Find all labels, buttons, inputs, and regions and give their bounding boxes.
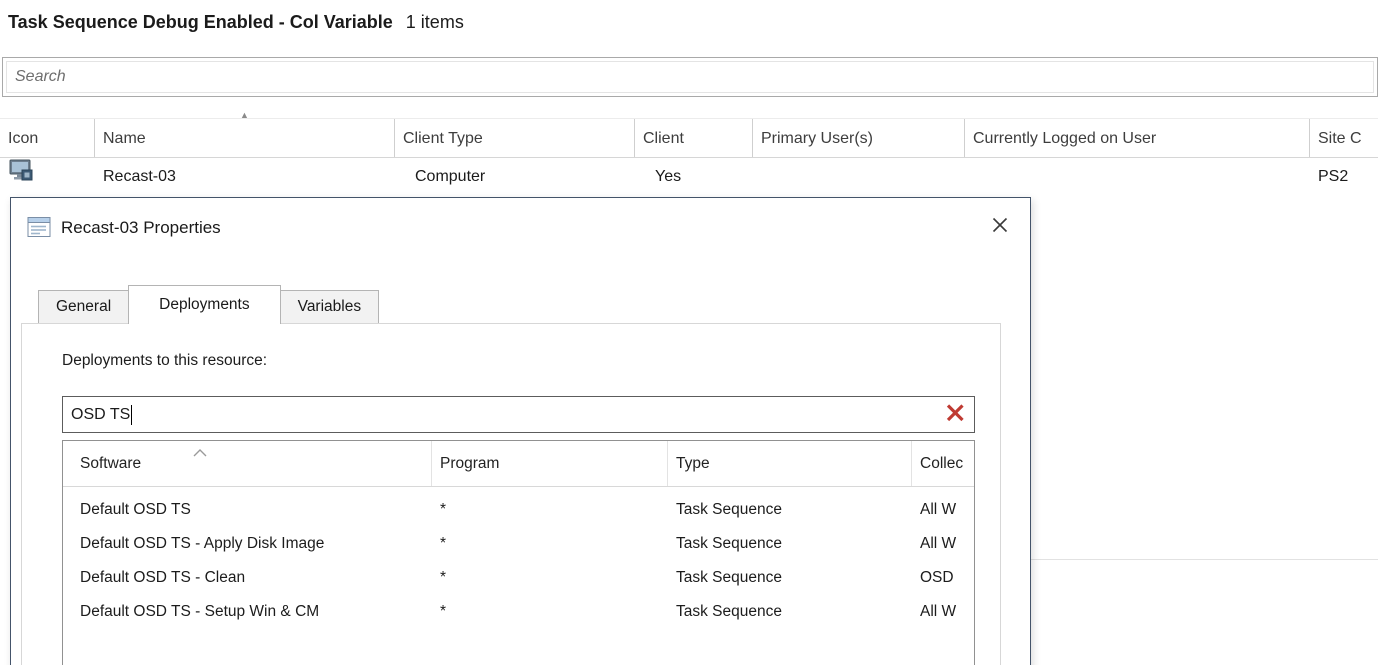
- clear-filter-button[interactable]: [944, 404, 966, 426]
- properties-icon: [27, 215, 53, 239]
- list-panel-divider: [1031, 559, 1378, 560]
- column-header-collection[interactable]: Collec: [912, 441, 974, 486]
- page-title: Task Sequence Debug Enabled - Col Variab…: [8, 12, 464, 33]
- search-box-inner: [6, 61, 1374, 93]
- deployment-filter-text: OSD TS: [71, 406, 130, 424]
- clear-filter-x-icon: [945, 402, 966, 428]
- device-site-code-cell: PS2: [1310, 158, 1378, 197]
- deployments-rows: Default OSD TS * Task Sequence All W Def…: [63, 487, 974, 629]
- search-box: [2, 57, 1378, 97]
- deployment-software-cell: Default OSD TS - Clean: [63, 561, 432, 595]
- column-header-client-label: Client: [643, 130, 684, 147]
- deployment-software-cell: Default OSD TS - Apply Disk Image: [63, 527, 432, 561]
- deployment-program-cell: *: [432, 493, 668, 527]
- text-caret: [131, 405, 132, 425]
- column-header-collection-label: Collec: [920, 455, 963, 473]
- column-header-name-label: Name: [103, 130, 146, 147]
- column-header-type[interactable]: Type: [668, 441, 912, 486]
- dialog-titlebar[interactable]: Recast-03 Properties: [11, 198, 1030, 256]
- properties-dialog: Recast-03 Properties General Deployments…: [10, 197, 1031, 665]
- column-header-icon[interactable]: Icon: [0, 119, 95, 157]
- column-header-program[interactable]: Program: [432, 441, 668, 486]
- deployment-type-cell: Task Sequence: [668, 527, 912, 561]
- deployment-collection-cell: OSD: [912, 561, 974, 595]
- dialog-title: Recast-03 Properties: [61, 218, 221, 238]
- tab-deployments-label: Deployments: [159, 296, 249, 314]
- close-button[interactable]: [982, 210, 1018, 244]
- tab-general[interactable]: General: [38, 290, 129, 323]
- sort-ascending-icon: ▲: [240, 111, 249, 120]
- column-header-logged-on-user-label: Currently Logged on User: [973, 130, 1156, 147]
- deployment-program-cell: *: [432, 561, 668, 595]
- column-header-site-code-label: Site C: [1318, 130, 1362, 147]
- deployment-collection-cell: All W: [912, 527, 974, 561]
- column-header-primary-users-label: Primary User(s): [761, 130, 873, 147]
- column-header-primary-users[interactable]: Primary User(s): [753, 119, 965, 157]
- deployment-type-cell: Task Sequence: [668, 493, 912, 527]
- deployment-type-cell: Task Sequence: [668, 595, 912, 629]
- column-header-software[interactable]: Software: [63, 441, 432, 486]
- device-client-type-cell: Computer: [395, 158, 635, 197]
- close-icon: [991, 216, 1009, 239]
- device-client-cell: Yes: [635, 158, 753, 197]
- column-header-client[interactable]: Client: [635, 119, 753, 157]
- column-header-type-label: Type: [676, 455, 710, 473]
- column-header-client-type[interactable]: Client Type: [395, 119, 635, 157]
- device-list-header: Icon ▲ Name Client Type Client Primary U…: [0, 118, 1378, 158]
- deployment-type-cell: Task Sequence: [668, 561, 912, 595]
- device-name-cell: Recast-03: [95, 158, 395, 197]
- deployments-list-header: Software Program Type Collec: [63, 441, 974, 487]
- tab-content-pane: Deployments to this resource: OSD TS: [21, 323, 1001, 665]
- computer-icon: [9, 159, 33, 197]
- search-input[interactable]: [7, 62, 1373, 92]
- column-header-program-label: Program: [440, 455, 499, 473]
- tab-deployments[interactable]: Deployments: [128, 285, 280, 324]
- tab-variables-label: Variables: [298, 298, 361, 316]
- column-header-icon-label: Icon: [8, 130, 38, 147]
- tab-variables[interactable]: Variables: [280, 290, 379, 323]
- deployments-label: Deployments to this resource:: [62, 352, 267, 370]
- deployment-software-cell: Default OSD TS - Setup Win & CM: [63, 595, 432, 629]
- deployment-software-cell: Default OSD TS: [63, 493, 432, 527]
- column-header-site-code[interactable]: Site C: [1310, 119, 1378, 157]
- deployment-collection-cell: All W: [912, 595, 974, 629]
- deployment-row[interactable]: Default OSD TS - Clean * Task Sequence O…: [63, 561, 974, 595]
- item-count: 1 items: [406, 12, 464, 32]
- tab-general-label: General: [56, 298, 111, 316]
- device-logged-on-user-cell: [965, 158, 1310, 197]
- deployment-row[interactable]: Default OSD TS * Task Sequence All W: [63, 493, 974, 527]
- device-row[interactable]: Recast-03 Computer Yes PS2: [0, 158, 1378, 197]
- configmgr-window: Task Sequence Debug Enabled - Col Variab…: [0, 0, 1378, 665]
- deployment-row[interactable]: Default OSD TS - Setup Win & CM * Task S…: [63, 595, 974, 629]
- deployment-collection-cell: All W: [912, 493, 974, 527]
- column-header-software-label: Software: [80, 455, 141, 473]
- deployment-program-cell: *: [432, 527, 668, 561]
- dialog-tab-strip: General Deployments Variables: [38, 285, 379, 323]
- device-primary-users-cell: [753, 158, 965, 197]
- list-title-text: Task Sequence Debug Enabled - Col Variab…: [8, 12, 393, 32]
- column-header-logged-on-user[interactable]: Currently Logged on User: [965, 119, 1310, 157]
- device-icon-cell: [0, 158, 95, 197]
- column-header-client-type-label: Client Type: [403, 130, 483, 147]
- column-header-name[interactable]: ▲ Name: [95, 119, 395, 157]
- deployments-list: Software Program Type Collec Default OSD…: [62, 440, 975, 665]
- deployment-filter-input[interactable]: OSD TS: [62, 396, 975, 433]
- sort-ascending-chevron-icon: [193, 444, 207, 462]
- deployment-row[interactable]: Default OSD TS - Apply Disk Image * Task…: [63, 527, 974, 561]
- deployment-program-cell: *: [432, 595, 668, 629]
